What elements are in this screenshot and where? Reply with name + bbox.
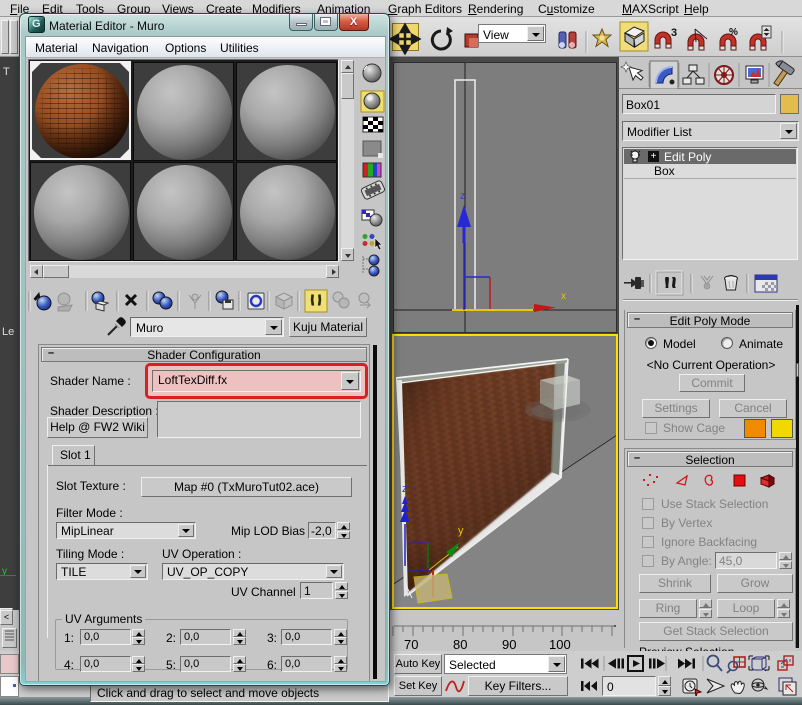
svg-text:y: y (458, 525, 464, 537)
svg-text:x: x (561, 291, 566, 302)
svg-text:z: z (402, 483, 408, 495)
svg-text:3: 3 (671, 27, 677, 39)
svg-text:z: z (460, 191, 465, 202)
svg-text:%: % (729, 27, 738, 38)
